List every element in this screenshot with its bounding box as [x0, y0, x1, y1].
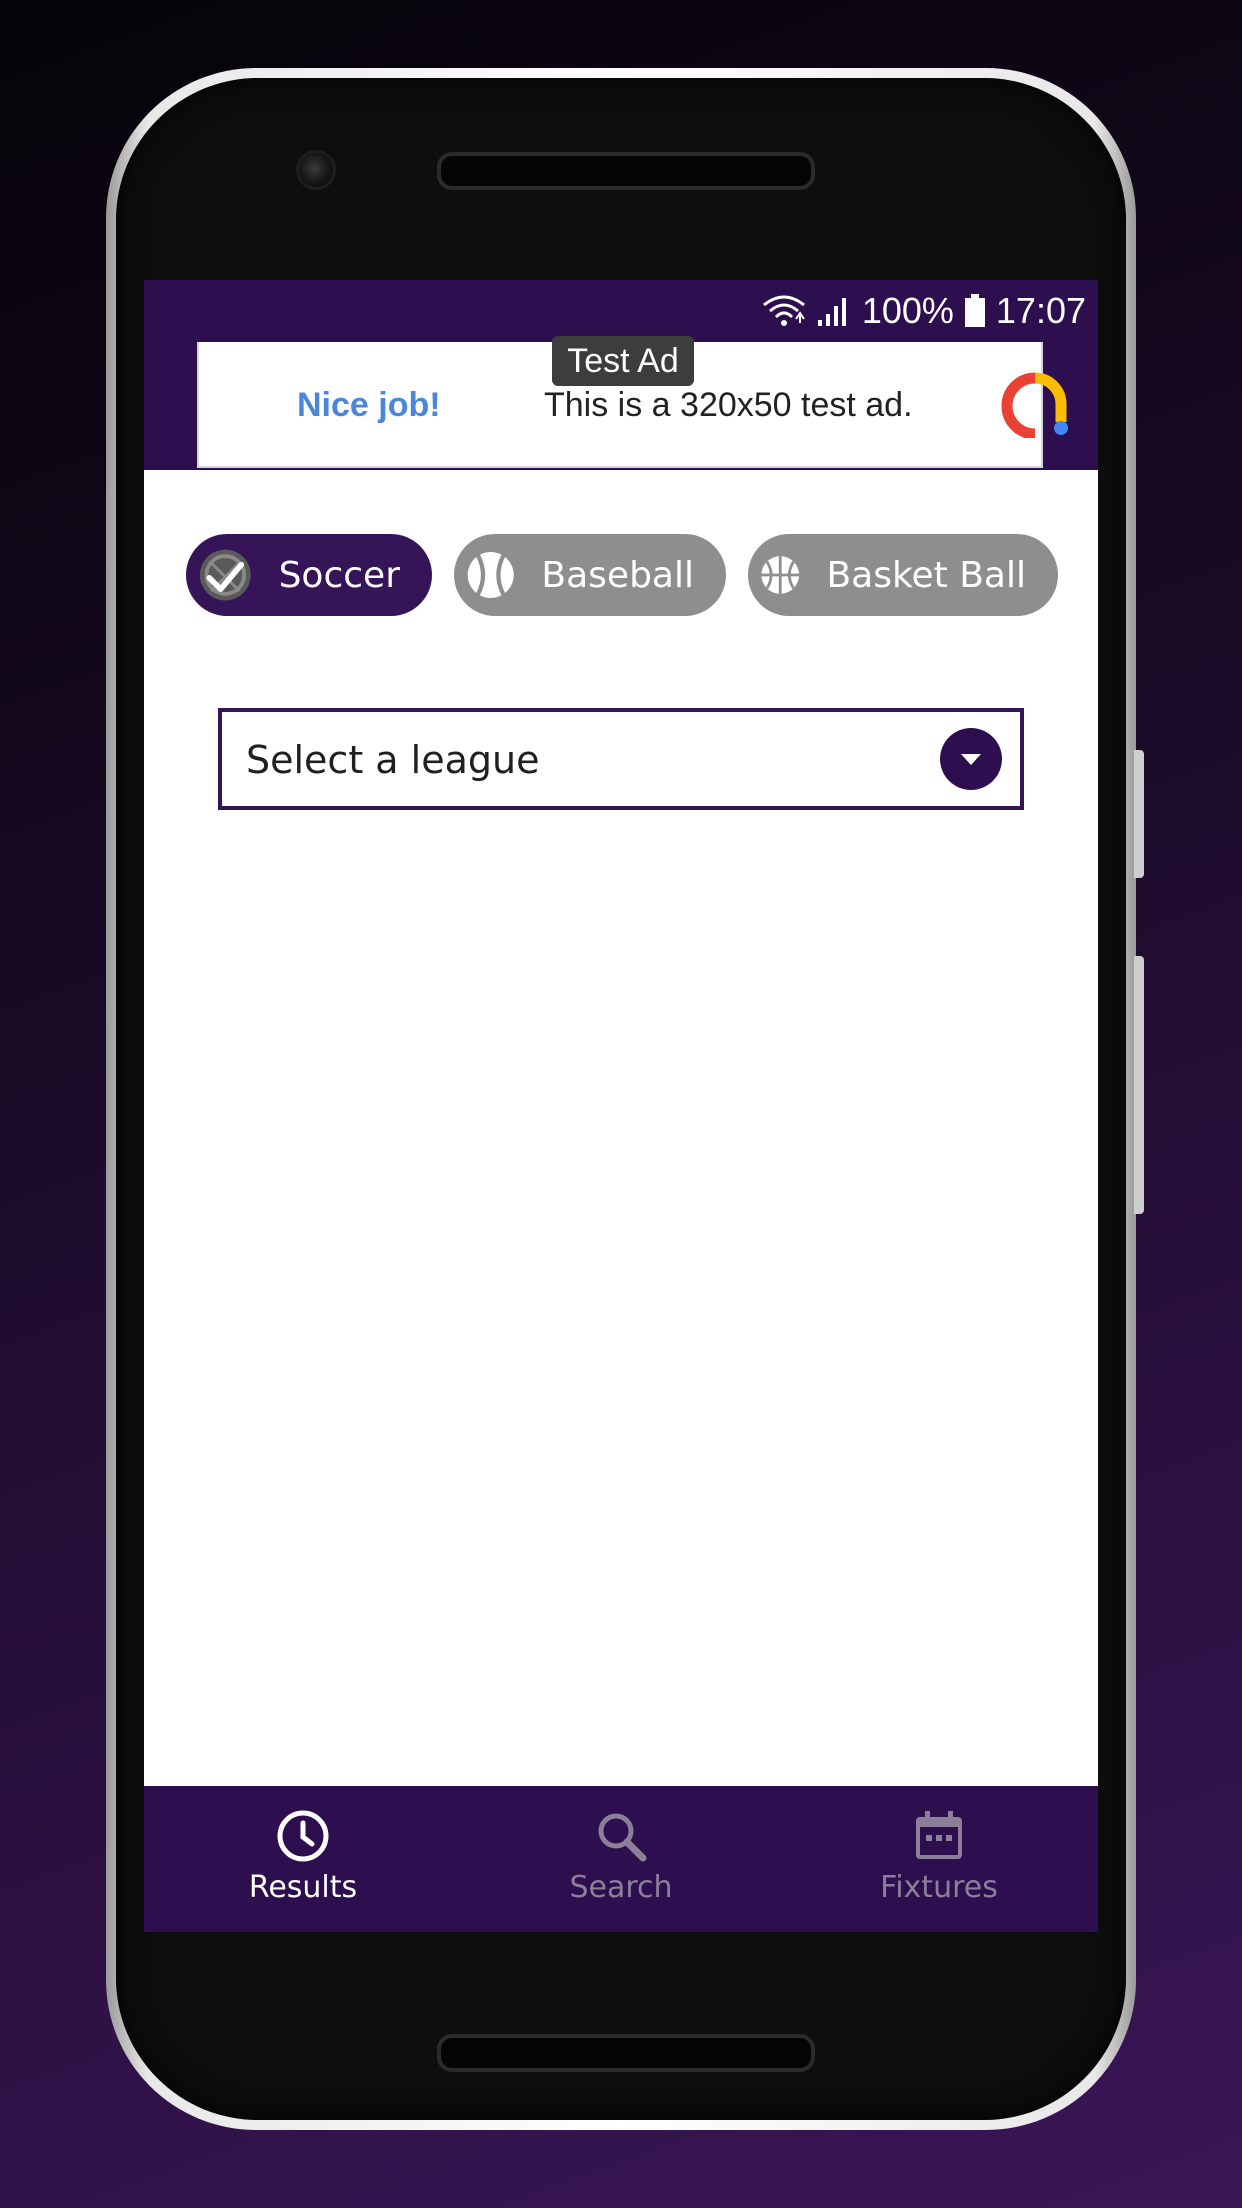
- app-screen: 100% 17:07 Nice job! This is a 320x50 te…: [144, 280, 1098, 1932]
- ad-body: This is a 320x50 test ad.: [544, 386, 913, 424]
- admob-logo-icon: [1001, 372, 1068, 438]
- volume-button: [1134, 750, 1144, 878]
- status-indicators: 100% 17:07: [762, 288, 1086, 334]
- status-bar: 100% 17:07: [144, 280, 1098, 342]
- search-icon: [598, 1813, 647, 1862]
- baseball-icon: [467, 551, 514, 599]
- top-speaker: [437, 152, 815, 190]
- sport-chips: Soccer Baseball Basket Ball: [186, 534, 1098, 616]
- nav-results[interactable]: Results: [144, 1786, 462, 1932]
- chevron-down-icon: [961, 754, 981, 765]
- chip-basketball[interactable]: Basket Ball: [748, 534, 1058, 616]
- soccer-ball-icon: [199, 549, 251, 601]
- battery-icon: [964, 294, 985, 327]
- league-select[interactable]: Select a league: [218, 708, 1024, 810]
- wifi-icon: [762, 295, 805, 326]
- nav-label: Fixtures: [880, 1870, 998, 1905]
- bottom-navigation: Results Search Fixtures: [144, 1786, 1098, 1932]
- nav-label: Results: [248, 1870, 358, 1905]
- ad-container: Nice job! This is a 320x50 test ad. Test…: [144, 336, 1098, 470]
- chip-label: Basket Ball: [826, 554, 1026, 596]
- league-select-placeholder: Select a league: [246, 738, 540, 782]
- test-ad-tag: Test Ad: [552, 336, 694, 386]
- front-camera: [296, 150, 336, 190]
- status-time: 17:07: [995, 290, 1086, 331]
- nav-label: Search: [569, 1870, 673, 1905]
- battery-percent: 100%: [861, 290, 954, 331]
- chip-soccer[interactable]: Soccer: [186, 534, 432, 616]
- league-dropdown-button[interactable]: [940, 728, 1002, 790]
- chip-baseball[interactable]: Baseball: [454, 534, 726, 616]
- power-button: [1134, 956, 1144, 1214]
- nav-fixtures[interactable]: Fixtures: [780, 1786, 1098, 1932]
- chip-label: Soccer: [278, 554, 400, 596]
- chip-label: Baseball: [541, 554, 694, 596]
- ad-headline: Nice job!: [297, 386, 441, 424]
- basketball-icon: [761, 556, 800, 594]
- clock-icon: [277, 1810, 329, 1862]
- signal-icon: [817, 298, 846, 326]
- bottom-speaker: [437, 2034, 815, 2072]
- calendar-icon: [916, 1811, 962, 1859]
- nav-search[interactable]: Search: [462, 1786, 780, 1932]
